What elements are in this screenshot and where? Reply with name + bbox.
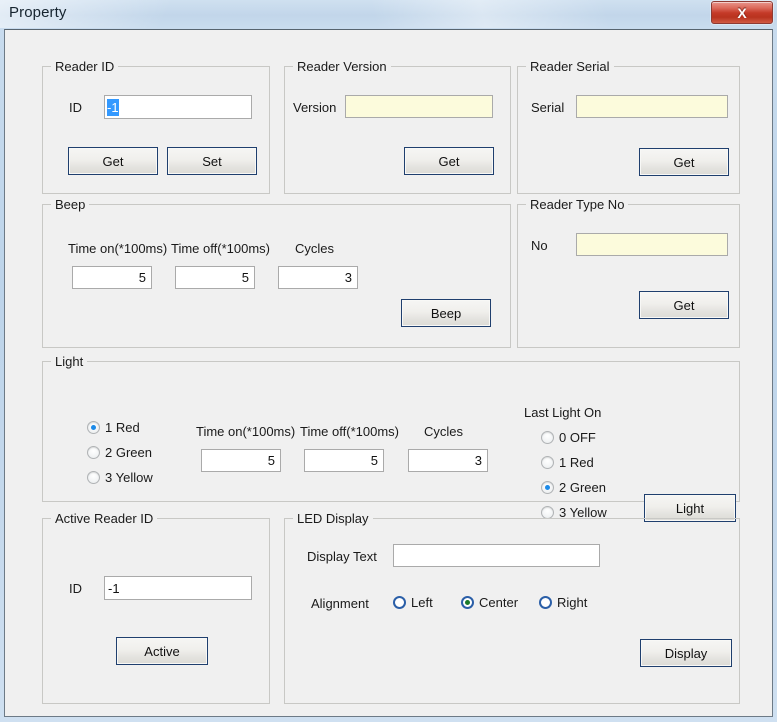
- reader-type-no-label: No: [531, 238, 548, 253]
- light-time-off-input[interactable]: [304, 449, 384, 472]
- beep-time-off-input[interactable]: [175, 266, 255, 289]
- light-color-radio-3-yellow-label: 3 Yellow: [105, 470, 153, 485]
- window-title: Property: [9, 4, 67, 21]
- light-time-on-input[interactable]: [201, 449, 281, 472]
- active-reader-id-input[interactable]: [104, 576, 252, 600]
- group-reader-serial: Reader Serial Serial Get: [517, 59, 740, 194]
- group-reader-type-no-legend: Reader Type No: [526, 197, 629, 212]
- last-light-radio-0-off-label: 0 OFF: [559, 430, 596, 445]
- alignment-radio-right-label: Right: [557, 595, 588, 610]
- last-light-radio-1-red-label: 1 Red: [559, 455, 594, 470]
- group-light: Light 1 Red 2 Green 3 Yellow Time on(*10…: [42, 354, 740, 522]
- reader-id-get-button[interactable]: Get: [68, 147, 158, 175]
- light-color-radio-1-red[interactable]: 1 Red: [87, 420, 140, 435]
- radio-dot-icon: [541, 481, 554, 494]
- close-icon: X: [737, 4, 747, 21]
- reader-id-input[interactable]: -1: [104, 95, 252, 119]
- last-light-radio-1-red[interactable]: 1 Red: [541, 455, 594, 470]
- group-beep-legend: Beep: [51, 197, 90, 212]
- beep-cycles-label: Cycles: [295, 241, 335, 256]
- beep-time-on-label: Time on(*100ms): [68, 241, 168, 256]
- title-bar: [0, 0, 777, 28]
- light-color-radio-2-green-label: 2 Green: [105, 445, 152, 460]
- radio-dot-icon: [87, 421, 100, 434]
- group-active-reader-id-legend: Active Reader ID: [51, 511, 158, 526]
- beep-time-off-label: Time off(*100ms): [171, 241, 270, 256]
- group-reader-version-legend: Reader Version: [293, 59, 391, 74]
- property-window: Property X Reader ID ID -1 Get Set Reade…: [0, 0, 777, 722]
- client-area: Reader ID ID -1 Get Set Reader Version V…: [4, 29, 773, 717]
- reader-serial-label: Serial: [531, 100, 565, 115]
- reader-version-label: Version: [293, 100, 337, 115]
- close-button[interactable]: X: [711, 1, 773, 24]
- light-color-radio-1-red-label: 1 Red: [105, 420, 140, 435]
- light-color-radio-3-yellow[interactable]: 3 Yellow: [87, 470, 153, 485]
- alignment-radio-center-label: Center: [479, 595, 519, 610]
- group-reader-type-no: Reader Type No No Get: [517, 197, 740, 348]
- group-reader-id: Reader ID ID -1 Get Set: [42, 59, 270, 194]
- light-time-on-label: Time on(*100ms): [196, 424, 296, 439]
- alignment-radio-left-label: Left: [411, 595, 433, 610]
- reader-version-get-button[interactable]: Get: [404, 147, 494, 175]
- reader-type-no-input[interactable]: [576, 233, 728, 256]
- light-color-radio-2-green[interactable]: 2 Green: [87, 445, 152, 460]
- group-active-reader-id: Active Reader ID ID Active: [42, 511, 270, 704]
- radio-dot-icon: [87, 446, 100, 459]
- alignment-radio-left[interactable]: Left: [393, 595, 433, 610]
- group-reader-id-legend: Reader ID: [51, 59, 119, 74]
- reader-version-input[interactable]: [345, 95, 493, 118]
- group-led-display: LED Display Display Text Alignment Left …: [284, 511, 740, 704]
- reader-serial-get-button[interactable]: Get: [639, 148, 729, 176]
- active-button[interactable]: Active: [116, 637, 208, 665]
- reader-type-no-get-button[interactable]: Get: [639, 291, 729, 319]
- group-light-legend: Light: [51, 354, 88, 369]
- light-cycles-input[interactable]: [408, 449, 488, 472]
- beep-time-on-input[interactable]: [72, 266, 152, 289]
- display-text-input[interactable]: [393, 544, 600, 567]
- last-light-radio-2-green[interactable]: 2 Green: [541, 480, 606, 495]
- reader-id-label: ID: [69, 100, 82, 115]
- alignment-radio-center[interactable]: Center: [461, 595, 518, 610]
- radio-dot-icon: [541, 456, 554, 469]
- reader-serial-input[interactable]: [576, 95, 728, 118]
- display-button[interactable]: Display: [640, 639, 732, 667]
- beep-cycles-input[interactable]: [278, 266, 358, 289]
- group-reader-version: Reader Version Version Get: [284, 59, 511, 194]
- group-reader-serial-legend: Reader Serial: [526, 59, 614, 74]
- alignment-label: Alignment: [311, 596, 369, 611]
- last-light-on-label: Last Light On: [524, 405, 602, 420]
- light-time-off-label: Time off(*100ms): [300, 424, 399, 439]
- last-light-radio-0-off[interactable]: 0 OFF: [541, 430, 596, 445]
- radio-dot-icon: [541, 431, 554, 444]
- group-led-display-legend: LED Display: [293, 511, 373, 526]
- radio-dot-icon: [393, 596, 406, 609]
- last-light-radio-2-green-label: 2 Green: [559, 480, 606, 495]
- active-reader-id-label: ID: [69, 581, 82, 596]
- radio-dot-icon: [539, 596, 552, 609]
- radio-dot-icon: [87, 471, 100, 484]
- beep-button[interactable]: Beep: [401, 299, 491, 327]
- reader-id-input-value: -1: [107, 98, 119, 116]
- radio-dot-icon: [461, 596, 474, 609]
- group-beep: Beep Time on(*100ms) Time off(*100ms) Cy…: [42, 197, 511, 348]
- display-text-label: Display Text: [307, 549, 377, 564]
- alignment-radio-right[interactable]: Right: [539, 595, 587, 610]
- light-cycles-label: Cycles: [424, 424, 464, 439]
- reader-id-set-button[interactable]: Set: [167, 147, 257, 175]
